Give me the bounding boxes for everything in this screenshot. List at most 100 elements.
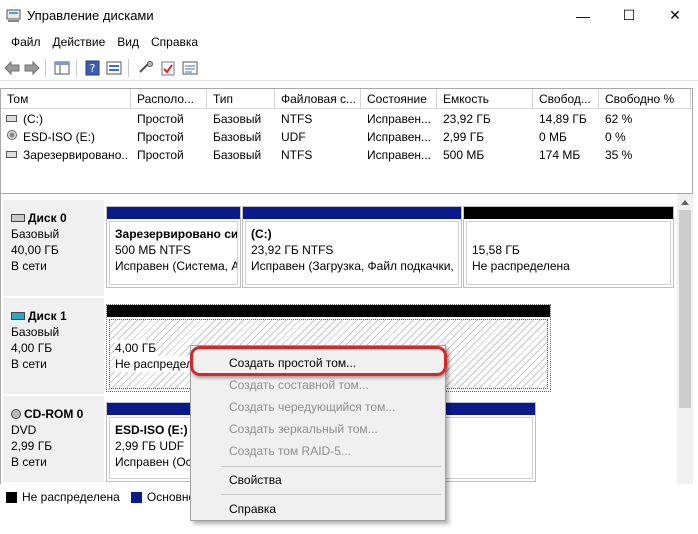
menu-bar: Файл Действие Вид Справка	[0, 31, 698, 53]
column-capacity[interactable]: Емкость	[437, 89, 533, 109]
highlight-annotation	[190, 346, 447, 376]
close-icon: ✕	[669, 7, 681, 23]
menu-create-striped-volume: Создать чередующийся том...	[229, 400, 396, 414]
svg-text:?: ?	[89, 62, 95, 75]
partition-size: 4,00 ГБ	[115, 340, 157, 356]
cdrom-0-name: CD-ROM 0	[24, 407, 84, 421]
column-layout[interactable]: Располо...	[131, 89, 207, 109]
volume-free-percent: 0 %	[605, 130, 626, 144]
cdrom-0-status: В сети	[11, 455, 47, 469]
menu-help-item[interactable]: Справка	[229, 502, 276, 516]
checklist-button[interactable]	[158, 58, 178, 78]
help-button[interactable]: ?	[82, 58, 102, 78]
minimize-button[interactable]: —	[560, 0, 606, 31]
help-icon: ?	[85, 60, 99, 76]
partition-bar	[243, 207, 461, 219]
volume-free-percent: 35 %	[605, 148, 633, 162]
volume-capacity: 2,99 ГБ	[443, 130, 485, 144]
disk-0-name: Диск 0	[28, 211, 67, 225]
toolbar: ?	[0, 54, 698, 81]
partition-c[interactable]: (C:) 23,92 ГБ NTFS Исправен (Загрузка, Ф…	[242, 206, 462, 288]
volume-filesystem: NTFS	[281, 148, 313, 162]
volume-name: ESD-ISO (E:)	[23, 130, 96, 144]
volume-layout: Простой	[137, 130, 184, 144]
partition-status: Исправен (Загрузка, Файл подкачки,	[251, 259, 454, 273]
menu-create-spanned-volume: Создать составной том...	[229, 378, 369, 392]
volume-status: Исправен...	[367, 130, 432, 144]
disk-1-status: В сети	[11, 357, 47, 371]
partition-status: Исправен (Система, А	[115, 259, 238, 273]
menu-create-mirrored-volume: Создать зеркальный том...	[229, 422, 378, 436]
cd-icon	[7, 130, 17, 140]
forward-button[interactable]	[22, 58, 42, 78]
disk-0-label[interactable]: Диск 0 Базовый 40,00 ГБ В сети	[3, 200, 105, 296]
legend-unallocated: Не распределена	[22, 490, 120, 504]
partition-body: 15,58 ГБ Не распределена	[466, 221, 671, 285]
column-volume[interactable]: Том	[1, 89, 131, 109]
table-row[interactable]: (C:) Простой Базовый NTFS Исправен... 23…	[1, 110, 692, 128]
back-button[interactable]	[2, 58, 22, 78]
volume-free-percent: 62 %	[605, 112, 633, 126]
menu-view[interactable]: Вид	[111, 35, 145, 49]
disk-management-icon	[6, 9, 21, 22]
scrollbar-thumb[interactable]	[679, 210, 691, 408]
volume-capacity: 500 МБ	[443, 148, 485, 162]
view-button[interactable]	[180, 58, 200, 78]
partition-title: Зарезервировано си	[115, 227, 238, 241]
cdrom-0-label[interactable]: CD-ROM 0 DVD 2,99 ГБ В сети	[3, 396, 105, 482]
volume-filesystem: UDF	[281, 130, 306, 144]
menu-separator	[221, 466, 441, 467]
volume-free: 0 МБ	[539, 130, 567, 144]
legend-swatch-unallocated	[6, 491, 17, 503]
volume-free: 14,89 ГБ	[539, 112, 587, 126]
properties-icon	[106, 61, 122, 75]
volume-free: 174 МБ	[539, 148, 581, 162]
volume-name: Зарезервировано...	[23, 148, 129, 162]
menu-action[interactable]: Действие	[47, 35, 112, 49]
menu-help[interactable]: Справка	[145, 35, 204, 49]
volume-list-header: Том Располо... Тип Файловая с... Состоян…	[1, 89, 692, 109]
partition-status: Не распределена	[472, 259, 570, 273]
vertical-scrollbar[interactable]	[677, 194, 693, 484]
partition-title	[472, 226, 665, 242]
partition-body: (C:) 23,92 ГБ NTFS Исправен (Загрузка, Ф…	[245, 221, 459, 285]
column-status[interactable]: Состояние	[361, 89, 437, 109]
table-row[interactable]: ESD-ISO (E:) Простой Базовый UDF Исправе…	[1, 128, 692, 146]
disk-icon	[11, 214, 25, 222]
volume-name: (C:)	[23, 112, 43, 126]
properties-button[interactable]	[104, 58, 124, 78]
disk-0-type: Базовый	[11, 227, 60, 241]
drive-icon	[6, 151, 17, 158]
table-row[interactable]: Зарезервировано... Простой Базовый NTFS …	[1, 146, 692, 164]
partition-reserved[interactable]: Зарезервировано си 500 МБ NTFS Исправен …	[106, 206, 241, 288]
column-type[interactable]: Тип	[207, 89, 275, 109]
window-title: Управление дисками	[27, 8, 154, 23]
maximize-button[interactable]: ☐	[606, 0, 652, 31]
disk-1-label[interactable]: Диск 1 Базовый 4,00 ГБ В сети	[3, 298, 105, 394]
checklist-icon	[161, 61, 175, 75]
arrow-left-icon	[4, 61, 20, 75]
disk-name: Диск 0	[11, 210, 104, 226]
menu-properties[interactable]: Свойства	[229, 473, 282, 487]
volume-status: Исправен...	[367, 112, 432, 126]
menu-file[interactable]: Файл	[5, 35, 47, 49]
show-hide-tree-button[interactable]	[52, 58, 72, 78]
volume-status: Исправен...	[367, 148, 432, 162]
menu-separator	[221, 494, 441, 495]
cdrom-0-size: 2,99 ГБ	[11, 439, 53, 453]
column-free-percent[interactable]: Свободно %	[599, 89, 691, 109]
cdrom-icon	[11, 409, 21, 419]
volume-list: Том Располо... Тип Файловая с... Состоян…	[0, 88, 693, 194]
menu-create-raid5-volume: Создать том RAID-5...	[229, 444, 351, 458]
connect-disk-button[interactable]	[136, 58, 156, 78]
column-filesystem[interactable]: Файловая с...	[275, 89, 361, 109]
column-free[interactable]: Свобод...	[533, 89, 599, 109]
partition-bar	[107, 305, 550, 317]
partition-unallocated-disk0[interactable]: 15,58 ГБ Не распределена	[463, 206, 674, 288]
disk-name: Диск 1	[11, 308, 104, 324]
close-button[interactable]: ✕	[652, 0, 698, 31]
disk-1-name: Диск 1	[28, 309, 67, 323]
scroll-up-icon[interactable]	[681, 199, 689, 205]
disk-0-size: 40,00 ГБ	[11, 243, 59, 257]
volume-type: Базовый	[213, 148, 262, 162]
